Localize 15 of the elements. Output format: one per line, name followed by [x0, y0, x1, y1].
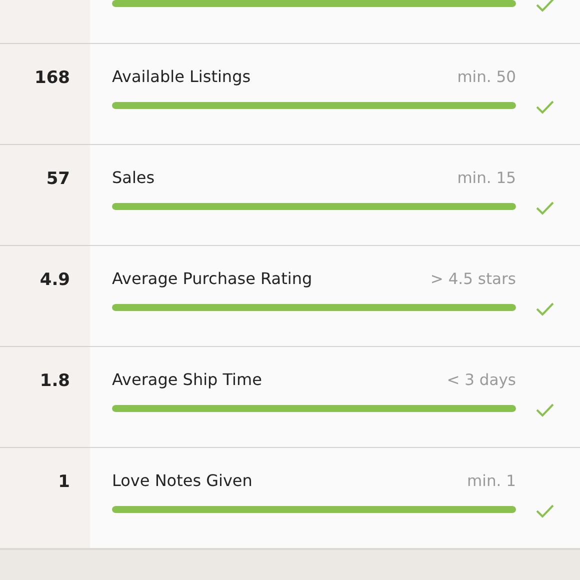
- requirement-label: Available Listings: [112, 67, 251, 86]
- requirement-target: min. 50: [457, 68, 516, 86]
- requirement-label: Average Purchase Rating: [112, 269, 312, 288]
- requirement-label: Average Ship Time: [112, 370, 262, 389]
- metric-value: 1: [58, 472, 70, 492]
- requirement-target: min. 15: [457, 169, 516, 187]
- requirement-target: > 4.5 stars: [430, 270, 516, 288]
- requirement-target: min. 1: [467, 472, 516, 490]
- metric-value: 57: [46, 169, 70, 189]
- metric-value: 4.9: [40, 270, 70, 290]
- metric-value: 1.8: [40, 371, 70, 391]
- requirement-label: Sales: [112, 168, 155, 187]
- requirement-target: < 3 days: [446, 371, 516, 389]
- requirement-label: Love Notes Given: [112, 471, 252, 490]
- metric-value: 168: [34, 68, 70, 88]
